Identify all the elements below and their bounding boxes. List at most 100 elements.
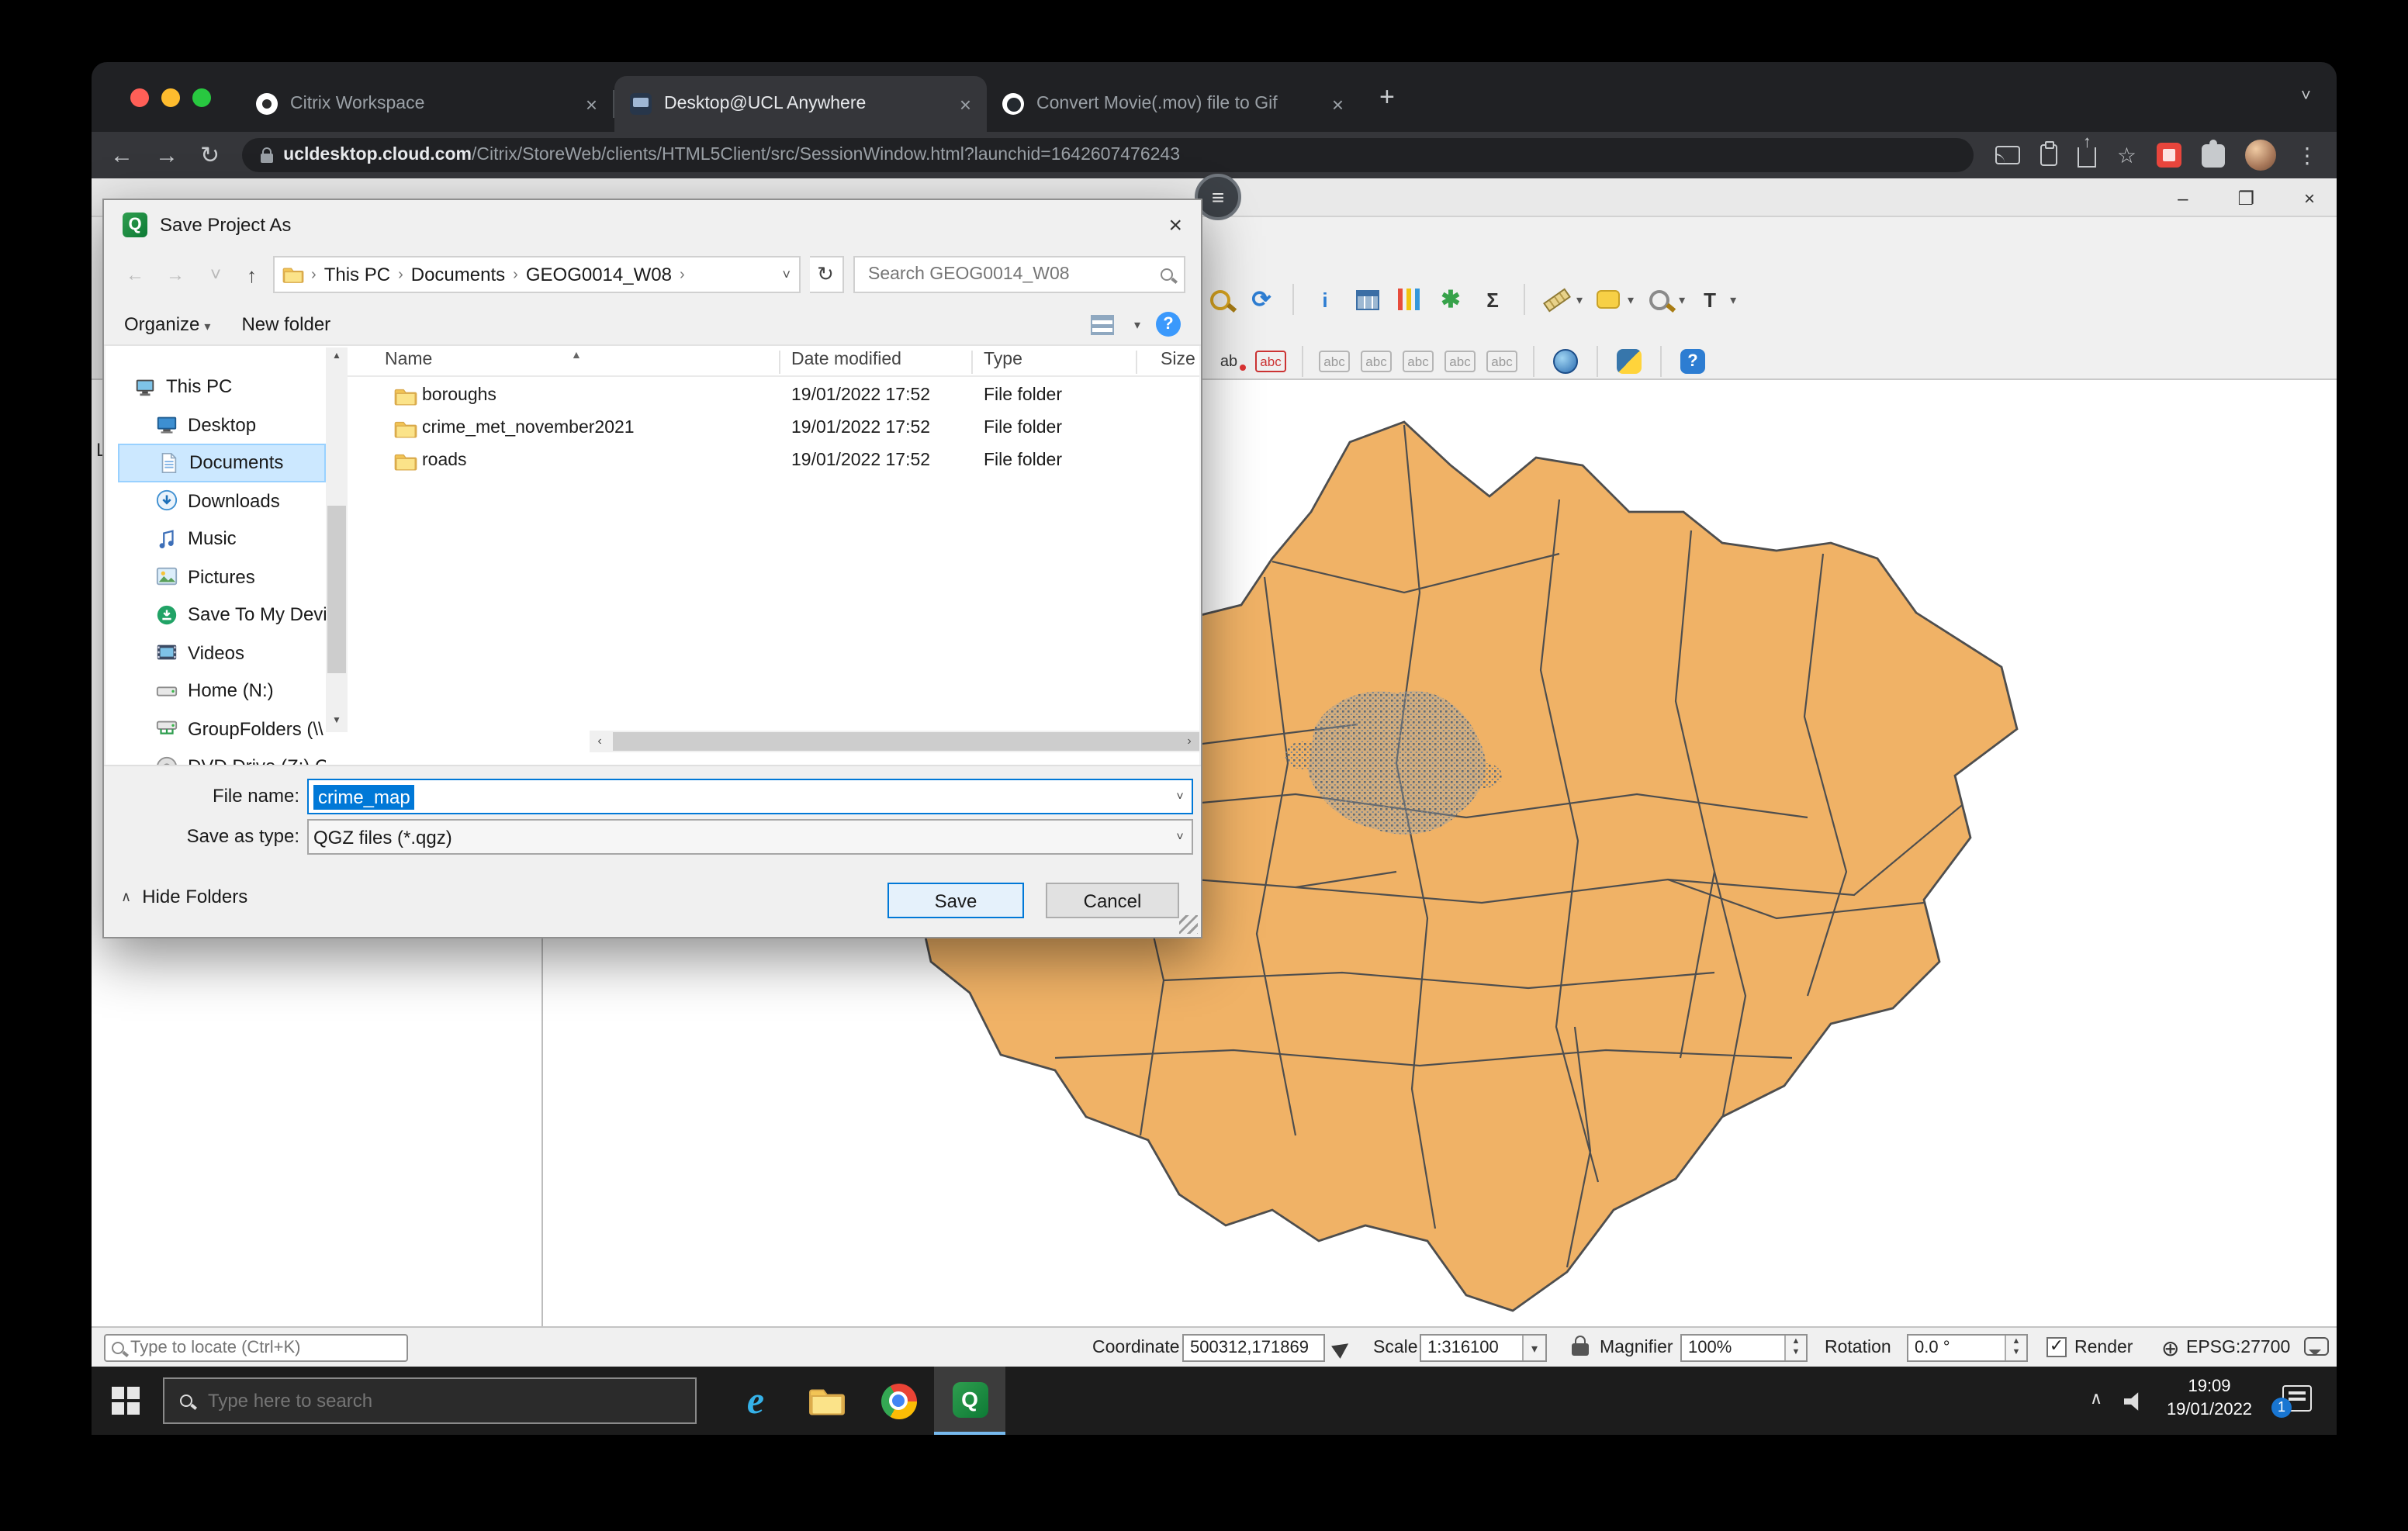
taskbar-clock[interactable]: 19:09 19/01/2022	[2160, 1376, 2259, 1422]
label-tool-icon[interactable]: abc	[1443, 344, 1477, 378]
help-icon[interactable]: ?	[1676, 344, 1710, 378]
zoom-tool-icon[interactable]	[1642, 282, 1676, 316]
column-size[interactable]: Size	[1161, 351, 1195, 369]
scale-lock-icon[interactable]	[1572, 1343, 1589, 1356]
map-tips-icon[interactable]	[1590, 282, 1624, 316]
measure-icon[interactable]	[1539, 282, 1573, 316]
taskbar-item-chrome[interactable]	[863, 1367, 934, 1435]
attribute-table-icon[interactable]	[1350, 282, 1384, 316]
tab-citrix-workspace[interactable]: Citrix Workspace ×	[240, 76, 613, 132]
sidebar-item-groupfolders[interactable]: GroupFolders (\\	[118, 710, 326, 748]
scroll-up-icon[interactable]: ▲	[326, 347, 348, 368]
file-row-boroughs[interactable]: boroughs 19/01/2022 17:52 File folder	[348, 380, 1199, 413]
measure-dropdown-icon[interactable]: ▾	[1576, 292, 1583, 306]
render-checkbox[interactable]: ✓	[2046, 1337, 2067, 1357]
mouse-extent-toggle-icon[interactable]	[1331, 1337, 1353, 1359]
sidebar-item-downloads[interactable]: Downloads	[118, 482, 326, 520]
start-button[interactable]	[112, 1387, 140, 1415]
clipboard-icon[interactable]	[2041, 144, 2058, 166]
messages-icon[interactable]	[2304, 1337, 2329, 1356]
tray-expand-chevron-icon[interactable]: ∧	[2090, 1388, 2102, 1408]
sidebar-item-save-to-device[interactable]: Save To My Devi	[118, 596, 326, 634]
magnifier-spin-arrows[interactable]: ▲▼	[1784, 1336, 1806, 1360]
breadcrumb-documents[interactable]: Documents	[411, 264, 505, 285]
close-window-button[interactable]	[130, 88, 149, 107]
sidebar-item-documents[interactable]: Documents	[118, 444, 326, 482]
close-icon[interactable]: ×	[2304, 187, 2315, 209]
coordinate-input[interactable]	[1190, 1339, 1317, 1357]
nav-back-icon[interactable]: ←	[119, 259, 150, 290]
taskbar-item-qgis[interactable]: Q	[934, 1367, 1005, 1435]
reload-icon[interactable]: ↻	[200, 143, 220, 167]
taskbar-item-file-explorer[interactable]	[791, 1367, 863, 1435]
maximize-icon[interactable]: ❐	[2237, 187, 2254, 209]
profile-avatar[interactable]	[2245, 140, 2276, 171]
browser-menu-icon[interactable]: ⋮	[2296, 144, 2318, 166]
labeling-icon[interactable]: ab	[1212, 344, 1246, 378]
locate-search-field[interactable]	[104, 1334, 408, 1362]
file-name-value[interactable]: crime_map	[313, 784, 415, 809]
new-folder-button[interactable]: New folder	[241, 313, 330, 335]
file-row-crime-met[interactable]: crime_met_november2021 19/01/2022 17:52 …	[348, 413, 1199, 445]
bookmark-star-icon[interactable]: ☆	[2117, 144, 2136, 166]
forward-icon[interactable]: →	[155, 143, 178, 167]
text-annotation-icon[interactable]: T	[1693, 282, 1727, 316]
address-dropdown-icon[interactable]: ˅	[782, 267, 791, 282]
resize-grip[interactable]	[1179, 915, 1198, 934]
sidebar-item-videos[interactable]: Videos	[118, 634, 326, 672]
sidebar-item-home-drive[interactable]: Home (N:)	[118, 672, 326, 710]
taskbar-search-box[interactable]	[163, 1377, 697, 1424]
tab-close-icon[interactable]: ×	[1332, 94, 1344, 114]
speaker-icon[interactable]	[2124, 1391, 2144, 1412]
extensions-puzzle-icon[interactable]	[2202, 143, 2225, 167]
hide-folders-button[interactable]: ∧ Hide Folders	[121, 886, 247, 907]
file-list-horizontal-scrollbar[interactable]: ‹ ›	[590, 731, 1199, 752]
tab-search-chevron-icon[interactable]: ˅	[2301, 87, 2311, 105]
taskbar-search-input[interactable]	[205, 1388, 680, 1413]
tab-close-icon[interactable]: ×	[586, 94, 597, 114]
file-name-dropdown-icon[interactable]: ˅	[1168, 780, 1192, 813]
extension-icon[interactable]	[2157, 143, 2181, 168]
nav-forward-icon[interactable]: →	[160, 259, 191, 290]
sidebar-item-this-pc[interactable]: This PC	[118, 368, 326, 406]
label-tool-icon[interactable]: abc	[1359, 344, 1393, 378]
breadcrumb-this-pc[interactable]: This PC	[324, 264, 390, 285]
file-name-combobox[interactable]: crime_map ˅	[307, 779, 1193, 814]
scale-combobox[interactable]: 1:316100 ▾	[1420, 1334, 1547, 1362]
sidebar-item-pictures[interactable]: Pictures	[118, 558, 326, 596]
label-tool-icon[interactable]: abc	[1317, 344, 1351, 378]
nav-history-chevron-icon[interactable]: ˅	[200, 259, 231, 290]
sidebar-item-dvd-drive[interactable]: DVD Drive (Z:) C	[118, 748, 326, 765]
save-as-type-dropdown-icon[interactable]: ˅	[1168, 821, 1192, 853]
scroll-left-icon[interactable]: ‹	[590, 731, 610, 752]
sidebar-scrollbar[interactable]: ▲ ▼	[326, 347, 348, 732]
metasearch-globe-icon[interactable]	[1548, 344, 1583, 378]
breadcrumb-folder[interactable]: GEOG0014_W08	[526, 264, 672, 285]
statistical-summary-icon[interactable]	[1392, 282, 1426, 316]
nav-up-icon[interactable]: ↑	[247, 263, 257, 286]
share-icon[interactable]	[2078, 147, 2097, 168]
sidebar-item-music[interactable]: Music	[118, 520, 326, 558]
minimize-window-button[interactable]	[161, 88, 180, 107]
view-mode-dropdown-icon[interactable]: ▾	[1134, 317, 1140, 331]
identify-features-icon[interactable]: i	[1308, 282, 1342, 316]
tab-desktop-ucl-anywhere[interactable]: Desktop@UCL Anywhere ×	[614, 76, 987, 132]
column-name[interactable]: Name	[385, 351, 432, 369]
rotation-spin-arrows[interactable]: ▲▼	[2005, 1336, 2026, 1360]
address-bar[interactable]: ucldesktop.cloud.com/Citrix/StoreWeb/cli…	[241, 138, 1974, 172]
organize-menu[interactable]: Organize▾	[124, 313, 210, 335]
label-highlight-icon[interactable]: abc	[1254, 344, 1288, 378]
dialog-close-icon[interactable]: ×	[1168, 213, 1182, 237]
label-tool-icon[interactable]: abc	[1401, 344, 1435, 378]
cast-icon[interactable]	[1996, 146, 2021, 164]
action-center-icon[interactable]: 1	[2282, 1385, 2312, 1412]
scale-dropdown-icon[interactable]: ▾	[1522, 1336, 1545, 1360]
zoom-tool-dropdown-icon[interactable]: ▾	[1679, 292, 1685, 306]
back-icon[interactable]: ←	[110, 143, 133, 167]
map-tips-dropdown-icon[interactable]: ▾	[1628, 292, 1634, 306]
cancel-button[interactable]: Cancel	[1046, 883, 1179, 918]
fullscreen-window-button[interactable]	[192, 88, 211, 107]
save-button[interactable]: Save	[887, 883, 1024, 918]
zoom-icon[interactable]	[1202, 282, 1237, 316]
view-mode-icon[interactable]	[1091, 314, 1114, 334]
